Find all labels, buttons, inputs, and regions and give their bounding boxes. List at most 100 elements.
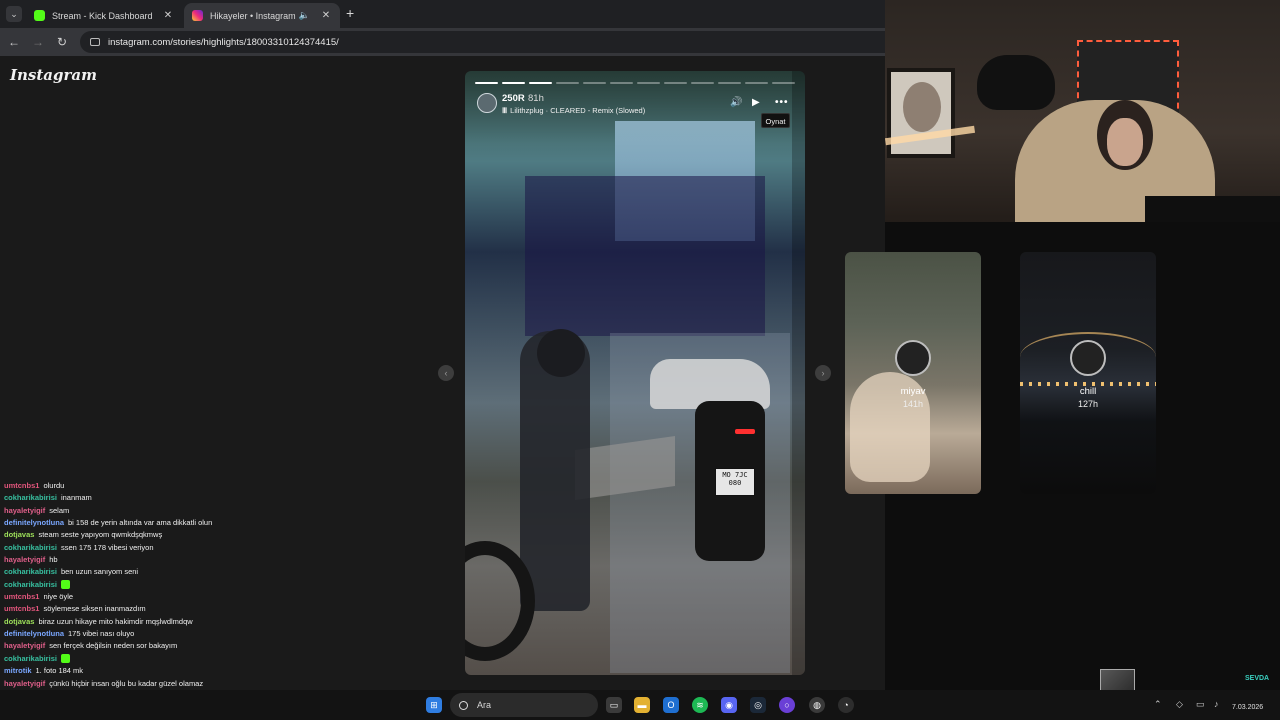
progress-segment	[718, 82, 741, 84]
music-title: Lilithzplug · CLEARED - Remix (Slowed)	[510, 106, 646, 115]
story-username[interactable]: 250R	[502, 93, 525, 104]
chat-username[interactable]: umtcnbs1	[4, 604, 39, 613]
chat-text: biraz uzun hikaye mito hakimdir mqşlwdlm…	[38, 616, 193, 626]
story-timestamp: 81h	[528, 93, 544, 104]
obs-icon[interactable]: ◔	[838, 697, 854, 713]
steam-icon[interactable]: ◎	[750, 697, 766, 713]
chat-username[interactable]: cokharikabirisi	[4, 580, 57, 589]
chat-message: cokharikabirisi ssen 175 178 vibesi veriy…	[4, 542, 424, 554]
kick-favicon-icon	[34, 10, 45, 21]
play-icon[interactable]: ▶	[752, 97, 760, 108]
chat-text: steam seste yapıyom qwmkdşqkmwş	[38, 530, 163, 540]
taskbar-date: 7.03.2026	[1232, 704, 1264, 711]
progress-segment	[502, 82, 525, 84]
chat-username[interactable]: umtcnbs1	[4, 481, 39, 490]
forward-arrow-icon[interactable]: →	[30, 34, 46, 50]
tab-audio-icon[interactable]: 🔈	[299, 10, 310, 21]
back-arrow-icon[interactable]: ←	[6, 34, 22, 50]
chat-username[interactable]: dotjavas	[4, 530, 34, 539]
outlook-icon[interactable]: O	[663, 697, 679, 713]
chrome-icon[interactable]: ◍	[809, 697, 825, 713]
chat-username[interactable]: hayaletyigif	[4, 679, 45, 688]
progress-segment	[583, 82, 606, 84]
chat-text: hb	[49, 555, 58, 565]
volume-icon[interactable]: 🔊	[730, 97, 742, 108]
network-icon[interactable]: ◇	[1176, 699, 1183, 710]
chat-username[interactable]: cokharikabirisi	[4, 543, 57, 552]
story-header: 250R 81h Ⅲ Lilithzplug · CLEARED - Remix …	[477, 91, 797, 121]
chat-text: olurdu	[43, 481, 65, 490]
highlight-time: 141h	[902, 399, 924, 409]
chat-message: umtcnbs1 niye öyle	[4, 591, 424, 603]
url-field[interactable]: instagram.com/stories/highlights/1800331…	[80, 31, 885, 53]
license-plate: MO 7JC 080	[715, 468, 755, 496]
chat-username[interactable]: cokharikabirisi	[4, 493, 57, 502]
chat-username[interactable]: hayaletyigif	[4, 555, 45, 564]
story-viewer[interactable]: MO 7JC 080 250R 81h Ⅲ Lilithzplug · CLEAR…	[465, 71, 805, 675]
highlight-card-miyav[interactable]: miyav 141h	[845, 252, 981, 494]
avatar	[1070, 340, 1106, 376]
chat-message: hayaletyigif hb	[4, 554, 424, 566]
site-info-icon[interactable]	[90, 38, 100, 46]
app-icon[interactable]: ○	[779, 697, 795, 713]
kick-emote-icon	[60, 580, 70, 590]
progress-segment	[772, 82, 795, 84]
chat-text: sen ferçek değilsin neden sor bakayım	[49, 641, 178, 651]
close-tab-icon[interactable]: ✕	[162, 10, 174, 21]
progress-segment	[529, 82, 552, 84]
taskbar: ⊞ Ara ▭ ▬ O ≋ ◉ ◎ ○ ◍ ◔ ⌃ ◇ ▭ ♪	[0, 690, 1280, 720]
chevron-up-icon[interactable]: ⌃	[1154, 699, 1162, 710]
chat-username[interactable]: cokharikabirisi	[4, 654, 57, 663]
more-options-icon[interactable]: •••	[775, 97, 789, 108]
progress-segment	[556, 82, 579, 84]
chat-text: niye öyle	[43, 592, 74, 602]
url-text: instagram.com/stories/highlights/1800331…	[108, 36, 339, 48]
chat-message: hayaletyigif sen ferçek değilsin neden so…	[4, 640, 424, 652]
chat-username[interactable]: dotjavas	[4, 617, 34, 626]
taskbar-search[interactable]: Ara	[450, 693, 598, 717]
chat-text: 1. foto 184 mk	[35, 666, 84, 676]
display-icon[interactable]: ▭	[1196, 699, 1205, 710]
chat-message: dotjavas steam seste yapıyom qwmkdşqkmwş	[4, 529, 424, 541]
chat-message: cokharikabirisi	[4, 579, 424, 591]
chat-text: çünkü hiçbir insan oğlu bu kadar güzel o…	[49, 678, 204, 688]
reload-icon[interactable]: ↻	[54, 34, 70, 50]
tab-kick-dashboard[interactable]: Stream - Kick Dashboard ✕	[26, 3, 182, 28]
discord-icon[interactable]: ◉	[721, 697, 737, 713]
webcam-frame-portrait	[903, 82, 941, 132]
highlight-card-chill[interactable]: chill 127h	[1020, 252, 1156, 494]
chat-username[interactable]: hayaletyigif	[4, 506, 45, 515]
chat-text: ssen 175 178 vibesi veriyon	[60, 542, 154, 552]
chat-username[interactable]: cokharikabirisi	[4, 567, 57, 576]
chat-username[interactable]: hayaletyigif	[4, 641, 45, 650]
avatar[interactable]	[477, 93, 497, 113]
close-tab-icon[interactable]: ✕	[320, 10, 332, 21]
task-view-icon[interactable]: ▭	[606, 697, 622, 713]
chat-username[interactable]: mitrotik	[4, 666, 32, 675]
story-image-overlay	[525, 176, 765, 336]
tab-title: Hikayeler • Instagram	[210, 10, 296, 21]
chat-username[interactable]: definitelynotluna	[4, 518, 64, 527]
tab-search-icon[interactable]: ⌄	[6, 6, 22, 22]
previous-story-button[interactable]: ‹	[438, 365, 454, 381]
tab-instagram[interactable]: Hikayeler • Instagram 🔈 ✕	[184, 3, 340, 28]
webcam-motorcycle-art	[977, 55, 1055, 110]
chat-text: ben uzun sanıyom seni	[60, 567, 139, 577]
new-tab-button[interactable]: +	[346, 5, 354, 21]
chat-message: cokharikabirisi ben uzun sanıyom seni	[4, 566, 424, 578]
spotify-icon[interactable]: ≋	[692, 697, 708, 713]
chat-username[interactable]: definitelynotluna	[4, 629, 64, 638]
music-bars-icon: Ⅲ	[502, 106, 508, 115]
volume-tray-icon[interactable]: ♪	[1214, 699, 1219, 709]
windows-start-icon[interactable]: ⊞	[426, 697, 442, 713]
instagram-logo[interactable]: Instagram	[10, 66, 97, 84]
next-story-button[interactable]: ›	[815, 365, 831, 381]
progress-segment	[745, 82, 768, 84]
progress-segment	[637, 82, 660, 84]
chat-text: inanmam	[60, 493, 92, 503]
highlight-time: 127h	[1077, 399, 1099, 409]
search-icon	[459, 700, 468, 710]
file-explorer-icon[interactable]: ▬	[634, 697, 650, 713]
story-music[interactable]: Ⅲ Lilithzplug · CLEARED - Remix (Slowed)	[502, 106, 645, 115]
chat-username[interactable]: umtcnbs1	[4, 592, 39, 601]
